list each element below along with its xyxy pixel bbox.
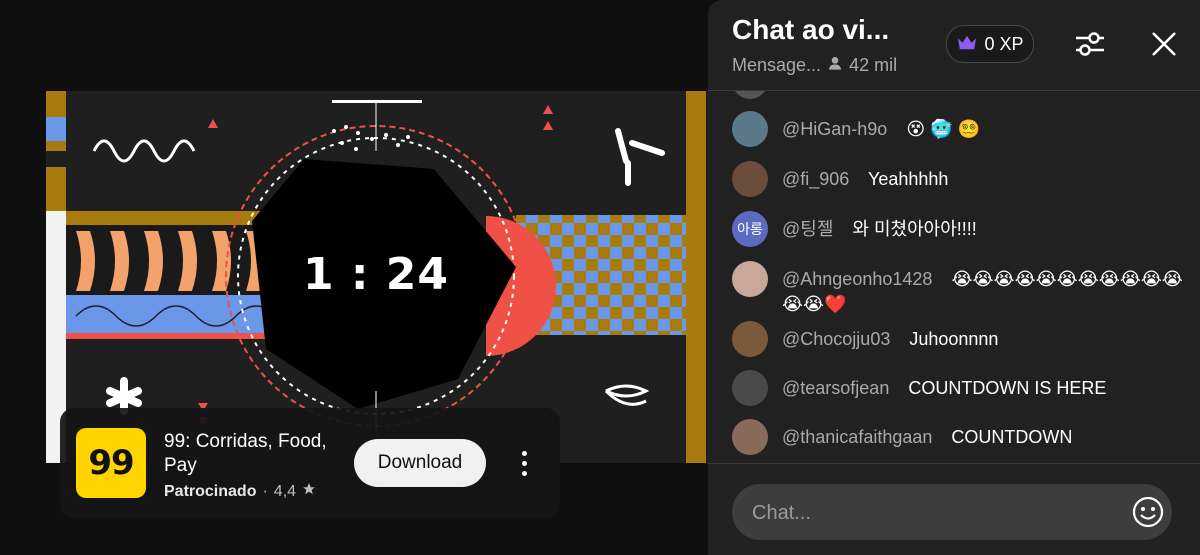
message-content: @thanicafaithgaan COUNTDOWN: [782, 419, 1192, 449]
avatar: [732, 161, 768, 197]
message-author[interactable]: @HiGan-h9o: [782, 119, 887, 139]
message-emoji: 😭: [803, 294, 825, 315]
message-emoji: 😭: [1161, 269, 1183, 290]
message-content: @Chocojju03 Juhoonnnn: [782, 321, 1192, 351]
message-emoji: 🥶: [930, 119, 953, 140]
message-text: 와 미쳤아아아!!!!: [852, 219, 977, 239]
message-text: COUNTDOWN: [951, 427, 1073, 447]
settings-sliders-icon[interactable]: [1070, 26, 1110, 62]
message-emoji: ❤️: [824, 294, 847, 315]
message-emoji: 😭: [1077, 269, 1099, 290]
message-emoji: 😵: [906, 119, 926, 140]
avatar: [732, 111, 768, 147]
chat-message[interactable]: 아롱 @팅젤 와 미쳤아아아!!!!: [732, 211, 1192, 247]
message-emoji: 😭: [782, 294, 804, 315]
xp-badge[interactable]: 0 XP: [946, 25, 1034, 63]
ad-rating: 4,4: [273, 482, 297, 500]
message-emoji: 😭: [1014, 269, 1036, 290]
chat-message[interactable]: @Chocojju03 Juhoonnnn: [732, 321, 1192, 357]
message-author[interactable]: @팅젤: [782, 219, 833, 239]
message-emoji: 😭: [1119, 269, 1141, 290]
message-author[interactable]: @fi_906: [782, 169, 849, 189]
chat-header: Chat ao vi... Mensage... 42 mil 0 XP: [708, 0, 1200, 91]
message-author[interactable]: @Ahngeonho1428: [782, 269, 932, 289]
chat-input[interactable]: [750, 484, 1114, 542]
message-emoji: 😭: [1098, 269, 1120, 290]
chat-message[interactable]: @thanicafaithgaan COUNTDOWN: [732, 419, 1192, 455]
download-button[interactable]: Download: [354, 439, 486, 487]
avatar: [732, 91, 768, 99]
avatar: [732, 419, 768, 455]
chat-message-list[interactable]: @HiGan-h9o 😵 🥶 😵‍💫 @fi_906 Yeahhhhh 아롱 @…: [708, 91, 1200, 463]
star-icon: [302, 482, 316, 501]
message-text: COUNTDOWN IS HERE: [908, 378, 1107, 398]
crown-icon: [956, 33, 978, 56]
chat-title[interactable]: Chat ao vi...: [732, 14, 889, 46]
message-text: Yeahhhhh: [868, 169, 949, 189]
message-author[interactable]: @tearsofjean: [782, 378, 889, 398]
live-chat-panel: Chat ao vi... Mensage... 42 mil 0 XP @Hi…: [708, 0, 1200, 555]
message-text: Juhoonnnn: [909, 329, 999, 349]
message-author[interactable]: @Chocojju03: [782, 329, 890, 349]
viewer-count: 42 mil: [849, 55, 898, 75]
smiley-icon[interactable]: [1130, 494, 1166, 530]
ad-meta: Patrocinado · 4,4: [164, 482, 316, 501]
chat-message[interactable]: @fi_906 Yeahhhhh: [732, 161, 1192, 197]
ad-title[interactable]: 99: Corridas, Food, Pay: [164, 430, 354, 478]
chat-message[interactable]: @HiGan-h9o 😵 🥶 😵‍💫: [732, 111, 1192, 147]
chat-mode-label[interactable]: Mensage...: [732, 55, 821, 76]
close-icon[interactable]: [1146, 26, 1182, 62]
message-emoji: 😭: [1035, 269, 1057, 290]
app-logo[interactable]: 99: [76, 428, 146, 498]
message-emoji: 😭: [1056, 269, 1078, 290]
message-content: @HiGan-h9o 😵 🥶 😵‍💫: [782, 111, 1192, 142]
message-content: @tearsofjean COUNTDOWN IS HERE: [782, 370, 1192, 400]
chat-input-field[interactable]: [732, 484, 1172, 542]
message-content: @팅젤 와 미쳤아아아!!!!: [782, 211, 1192, 241]
avatar: [732, 261, 768, 297]
chat-message[interactable]: @Ahngeonho1428 😭😭😭😭😭😭😭😭😭😭😭😭😭❤️: [732, 261, 1192, 317]
avatar: [732, 370, 768, 406]
countdown-timer: 1 : 24: [302, 249, 450, 300]
meta-separator: ·: [262, 482, 268, 500]
sponsored-ad-card[interactable]: 99 99: Corridas, Food, Pay Patrocinado ·…: [60, 408, 560, 518]
avatar: [732, 321, 768, 357]
more-options-icon[interactable]: [512, 446, 536, 480]
message-author[interactable]: @thanicafaithgaan: [782, 427, 932, 447]
chat-message[interactable]: @tearsofjean COUNTDOWN IS HERE: [732, 370, 1192, 406]
chat-subtitle: Mensage... 42 mil: [732, 55, 897, 76]
message-content: @Ahngeonho1428 😭😭😭😭😭😭😭😭😭😭😭😭😭❤️: [782, 261, 1192, 317]
message-emoji: 😭: [1140, 269, 1162, 290]
message-emoji: 😵‍💫: [957, 119, 980, 140]
message-emoji: 😭: [993, 269, 1015, 290]
avatar: 아롱: [732, 211, 768, 247]
sponsored-label: Patrocinado: [164, 482, 257, 500]
person-icon: [827, 55, 843, 76]
message-emoji: 😭: [951, 269, 973, 290]
message-emoji: 😭: [972, 269, 994, 290]
xp-value: 0 XP: [984, 33, 1024, 54]
message-content: @fi_906 Yeahhhhh: [782, 161, 1192, 191]
chat-input-bar: [708, 463, 1200, 555]
